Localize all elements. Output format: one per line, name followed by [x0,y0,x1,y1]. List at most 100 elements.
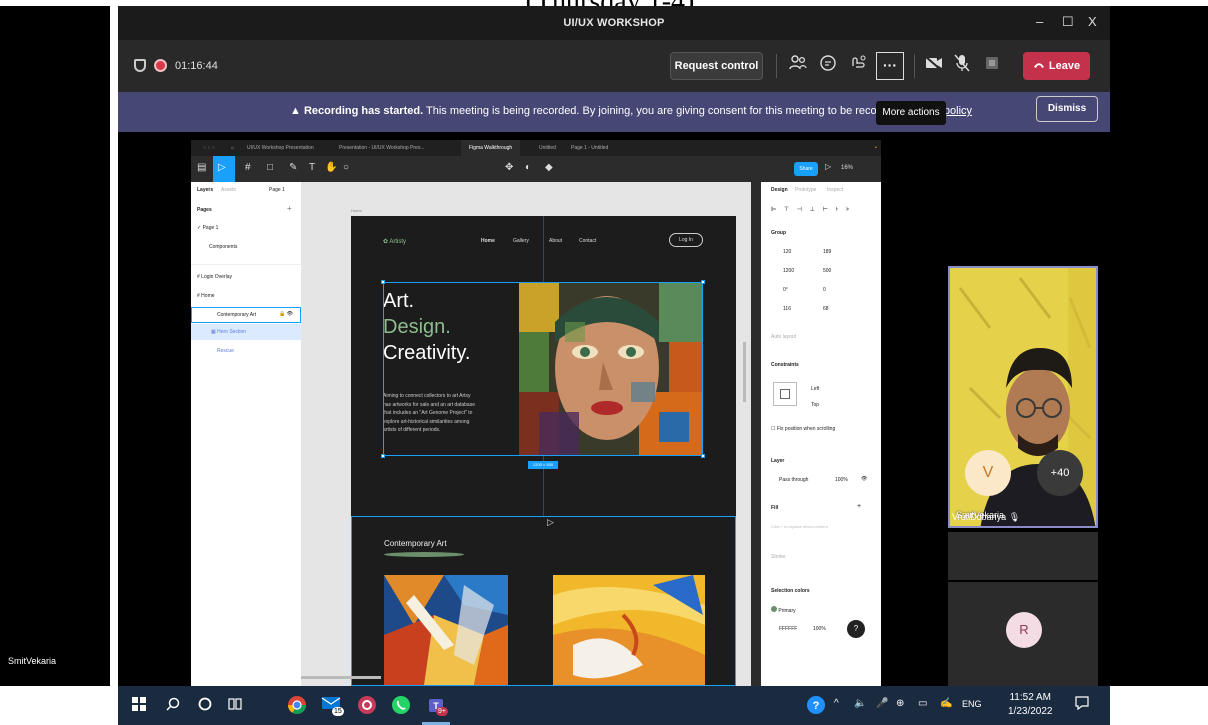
shared-screen-figma[interactable]: ○ ○ ○ ⌂ UI/UX Workshop Presentation Pres… [191,140,881,686]
reactions-icon[interactable] [846,54,870,78]
system-clock[interactable]: 11:52 AM 1/23/2022 [1008,691,1053,719]
page-item[interactable]: ✓ Page 1 [197,225,218,231]
microphone-tray-icon[interactable]: 🎤 [876,698,888,709]
figma-tab[interactable]: Presentation - UI/UX Workshop Pres... [339,145,425,151]
primary-swatch[interactable]: Primary [771,606,796,614]
y-value[interactable]: 189 [823,249,831,255]
page-item[interactable]: Components [209,244,237,250]
close-button[interactable]: X [1088,14,1097,29]
pen-icon[interactable]: ✍ [940,698,952,709]
shape-tool-icon[interactable]: □ [267,162,273,173]
resize-handle[interactable] [701,454,705,458]
leave-button[interactable]: Leave [1023,52,1090,80]
minimize-button[interactable]: – [1036,14,1043,29]
design-tab[interactable]: Design [771,187,788,193]
width-value[interactable]: 1200 [783,268,794,274]
home-frame[interactable]: ✿ Artisty Home Gallery About Contact Log… [351,216,736,516]
hand-tool-icon[interactable]: ✋ [325,162,337,173]
chat-icon[interactable] [816,54,840,78]
help-tray-icon[interactable]: ? [806,695,826,718]
site-nav-item[interactable]: Contact [579,238,596,244]
participant-tile[interactable]: R [948,582,1098,686]
eye-icon[interactable]: 👁 [861,476,867,482]
prototype-tab[interactable]: Prototype [795,187,816,193]
zoom-level[interactable]: 16% [841,165,853,171]
auto-layout-label[interactable]: Auto layout [771,334,796,340]
rotation-value[interactable]: 0° [783,287,788,293]
teams-icon[interactable]: T 9+ [426,695,448,717]
whatsapp-icon[interactable] [390,695,412,717]
vertical-scrollbar[interactable] [743,342,746,402]
fix-position-checkbox[interactable]: ☐ Fix position when scrolling [771,426,835,432]
add-page-icon[interactable]: + [287,204,292,213]
comment-tool-icon[interactable]: ○ [343,162,349,173]
volume-icon[interactable]: 🔈 [854,698,866,709]
layer-item[interactable]: # Home [197,293,215,299]
height-value[interactable]: 500 [823,268,831,274]
hex-opacity[interactable]: 100% [813,626,826,632]
layer-item[interactable]: Contemporary Art [217,312,256,318]
chrome-icon[interactable] [286,695,308,717]
layer-item[interactable]: Rescue [217,348,234,354]
frame-label[interactable]: Home [351,208,362,213]
assets-tab[interactable]: Assets [221,187,236,193]
inspect-tab[interactable]: Inspect [827,187,843,193]
align-icons[interactable]: ⊫ ⊤ ⊣ ⊥ ⊢ ⊦ ⊧ [771,206,852,213]
stroke-label[interactable]: Stroke [771,554,785,560]
figma-tab[interactable]: Untitled [539,145,556,151]
cortana-icon[interactable] [194,695,216,717]
resize-handle[interactable] [381,280,385,284]
site-nav-item[interactable]: About [549,238,562,244]
page-selector[interactable]: Page 1 [269,187,285,193]
frame-tool-icon[interactable]: # [245,162,251,173]
windows-start-icon[interactable] [128,695,150,717]
x-value[interactable]: 120 [783,249,791,255]
more-actions-button[interactable]: ··· [876,52,904,80]
site-nav-item[interactable]: Home [481,238,495,244]
constraints-widget[interactable] [773,382,797,406]
component-icon[interactable]: ✥ [505,162,513,173]
text-tool-icon[interactable]: T [309,162,315,173]
camera-off-icon[interactable] [922,54,946,78]
figma-tab-active[interactable]: Figma Walkthrough [461,140,521,156]
chrome-profile-icon[interactable] [356,695,378,717]
help-button[interactable]: ? [847,620,865,638]
padding-value[interactable]: 68 [823,306,829,312]
microphone-off-icon[interactable] [950,54,974,78]
request-control-button[interactable]: Request control [670,52,763,80]
notification-icon[interactable] [1074,695,1090,714]
layer-item[interactable]: ▦ Hero Section [211,329,246,335]
network-icon[interactable]: ⊕ [896,698,904,709]
figma-tab[interactable]: Page 1 - Untitled [571,145,608,151]
battery-icon[interactable]: ▭ [918,698,927,709]
task-view-icon[interactable] [224,695,246,717]
resize-handle[interactable] [701,280,705,284]
constraint-vertical[interactable]: Top [811,402,819,408]
layer-opacity[interactable]: 100% [835,477,848,483]
avatar-vruti[interactable]: V [965,450,1011,496]
selection-box[interactable] [383,282,703,456]
mask-icon[interactable]: ◐ [525,162,531,173]
search-icon[interactable] [162,695,184,717]
figma-canvas[interactable]: Home ✿ Artisty Home Gallery About Contac… [301,182,751,686]
padding-value[interactable]: 116 [783,306,791,312]
maximize-button[interactable]: ☐ [1062,14,1074,30]
main-menu-icon[interactable]: ▤ [197,162,206,173]
horizontal-scrollbar[interactable] [301,676,381,679]
figma-tab[interactable]: UI/UX Workshop Presentation [247,145,314,151]
radius-value[interactable]: 0 [823,287,826,293]
share-tray-icon[interactable] [980,54,1004,78]
share-button[interactable]: Share [794,162,818,176]
language-indicator[interactable]: ENG [962,699,982,709]
add-fill-icon[interactable]: + [857,503,861,510]
home-icon[interactable]: ⌂ [231,145,234,151]
dismiss-button[interactable]: Dismiss [1036,96,1098,122]
present-icon[interactable]: ▷ [825,162,831,171]
chevron-up-icon[interactable]: ^ [834,698,839,709]
mail-icon[interactable]: 15 [320,695,344,717]
blend-mode[interactable]: Pass through [779,477,808,483]
site-nav-item[interactable]: Gallery [513,238,529,244]
participants-icon[interactable] [786,54,810,78]
site-login-button[interactable]: Log In [669,233,703,247]
layer-item[interactable]: # Login Overlay [197,274,232,280]
